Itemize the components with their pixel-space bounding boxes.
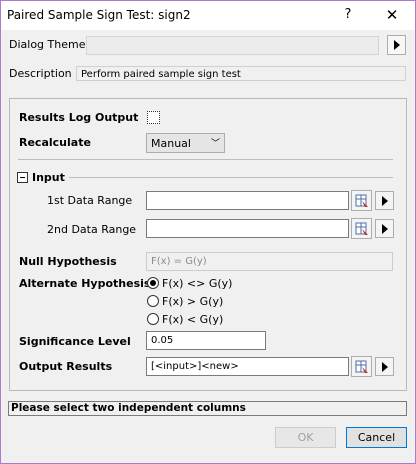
output-results-menu-button[interactable] xyxy=(375,357,394,376)
alt-hypothesis-radio-gt[interactable] xyxy=(147,295,159,307)
alternate-hypothesis-label: Alternate Hypothesis xyxy=(19,277,151,290)
select-range-icon xyxy=(355,222,368,235)
dialog-title: Paired Sample Sign Test: sign2 xyxy=(7,8,191,22)
input-section-label: Input xyxy=(32,171,65,184)
alt-hypothesis-option-ne[interactable]: F(x) <> G(y) xyxy=(162,277,232,290)
significance-level-label: Significance Level xyxy=(19,335,131,348)
output-results-select-button[interactable] xyxy=(351,356,372,377)
description-field: Perform paired sample sign test xyxy=(76,66,406,81)
alt-hypothesis-option-lt[interactable]: F(x) < G(y) xyxy=(162,313,223,326)
close-button[interactable]: ✕ xyxy=(377,5,407,25)
triangle-right-icon xyxy=(382,196,388,206)
ok-button[interactable]: OK xyxy=(275,427,336,448)
dialog-window: Paired Sample Sign Test: sign2 ? ✕ Dialo… xyxy=(0,0,416,464)
range1-label: 1st Data Range xyxy=(47,194,133,207)
recalculate-label: Recalculate xyxy=(19,136,91,149)
input-section-divider xyxy=(69,177,393,178)
recalculate-dropdown[interactable]: Manual ﹀ xyxy=(146,133,225,153)
collapse-input-icon[interactable] xyxy=(17,172,28,183)
title-bar: Paired Sample Sign Test: sign2 ? ✕ xyxy=(1,1,415,30)
range1-menu-button[interactable] xyxy=(375,191,394,210)
results-log-checkbox[interactable] xyxy=(147,111,160,124)
range1-input[interactable] xyxy=(146,191,349,210)
divider xyxy=(18,159,393,160)
range1-select-button[interactable] xyxy=(351,190,372,211)
select-range-icon xyxy=(355,360,368,373)
output-results-input[interactable]: [<input>]<new> xyxy=(146,357,349,376)
null-hypothesis-field: F(x) = G(y) xyxy=(146,252,393,271)
triangle-right-icon xyxy=(382,362,388,372)
results-log-label: Results Log Output xyxy=(19,111,139,124)
cancel-button[interactable]: Cancel xyxy=(346,427,407,448)
range2-input[interactable] xyxy=(146,219,349,238)
help-button[interactable]: ? xyxy=(333,5,363,25)
status-message: Please select two independent columns xyxy=(8,401,407,416)
chevron-down-icon: ﹀ xyxy=(210,139,220,149)
range2-label: 2nd Data Range xyxy=(47,223,137,236)
triangle-right-icon xyxy=(382,224,388,234)
triangle-right-icon xyxy=(394,40,400,50)
output-results-label: Output Results xyxy=(19,360,113,373)
range2-menu-button[interactable] xyxy=(375,219,394,238)
dialog-theme-label: Dialog Theme xyxy=(9,38,86,51)
alt-hypothesis-radio-ne[interactable] xyxy=(147,277,159,289)
range2-select-button[interactable] xyxy=(351,218,372,239)
alt-hypothesis-radio-lt[interactable] xyxy=(147,313,159,325)
recalculate-value: Manual xyxy=(151,137,191,150)
description-label: Description xyxy=(9,67,72,80)
dialog-theme-menu-button[interactable] xyxy=(387,35,406,55)
alt-hypothesis-option-gt[interactable]: F(x) > G(y) xyxy=(162,295,223,308)
dialog-theme-field[interactable] xyxy=(86,36,379,55)
select-range-icon xyxy=(355,194,368,207)
null-hypothesis-label: Null Hypothesis xyxy=(19,255,117,268)
significance-level-input[interactable]: 0.05 xyxy=(146,331,266,350)
